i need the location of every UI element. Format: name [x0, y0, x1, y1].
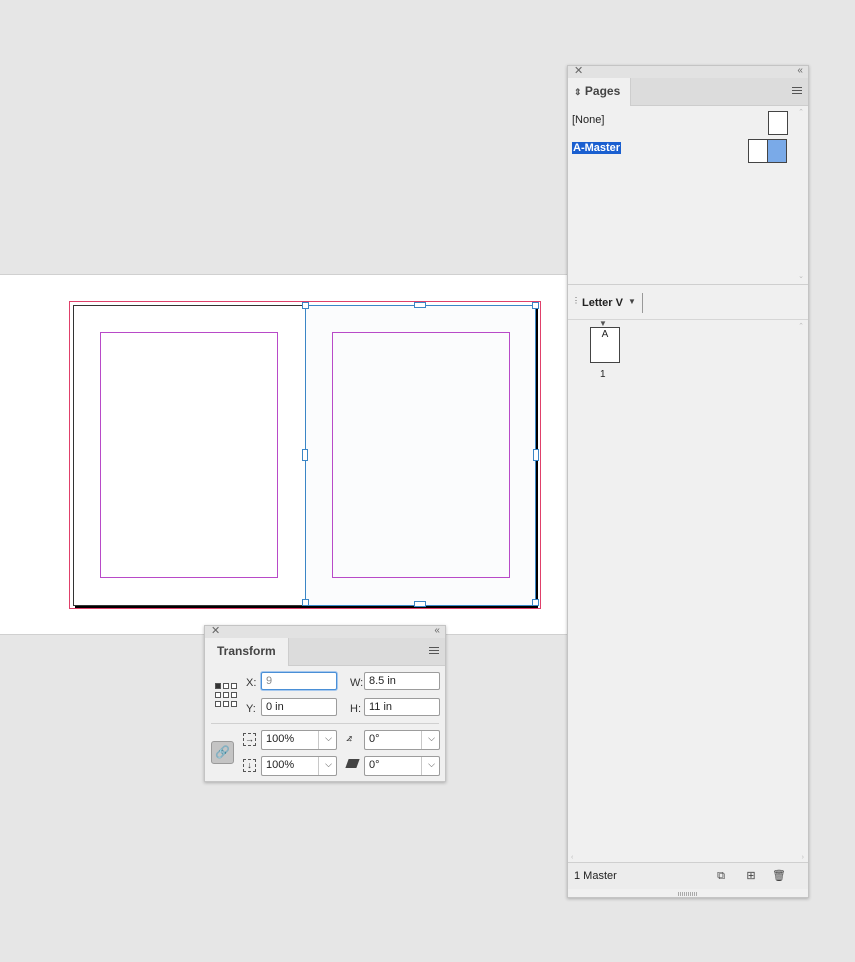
- ref-point-top-right[interactable]: [231, 683, 237, 689]
- transform-tab-label: Transform: [217, 644, 276, 658]
- selection-handle-bottom[interactable]: [414, 601, 426, 607]
- scroll-right-icon[interactable]: ›: [802, 854, 804, 861]
- ref-point-middle-left[interactable]: [215, 692, 221, 698]
- drag-grip-icon[interactable]: ⋮: [572, 296, 580, 305]
- chevron-down-icon[interactable]: ⌵: [325, 759, 332, 770]
- ref-point-bottom-center[interactable]: [223, 701, 229, 707]
- y-position-input[interactable]: [261, 698, 337, 716]
- master-pages-divider[interactable]: [568, 284, 808, 285]
- a-master-label[interactable]: A-Master: [572, 142, 622, 154]
- transform-panel: ✕ ‹‹ Transform X: Y: W: H: 🔗 → 100% ⌵ ↓ …: [204, 625, 446, 782]
- rotation-value: 0°: [369, 733, 380, 745]
- shear-angle-icon: [345, 759, 360, 768]
- page-size-bar: ⋮ Letter V ▼: [568, 287, 808, 320]
- shear-combo[interactable]: 0° ⌵: [364, 756, 440, 776]
- a-master-thumbnail-left[interactable]: [748, 139, 768, 163]
- pages-tab-label: Pages: [584, 84, 621, 98]
- pages-tab-strip: ⇕ Pages: [568, 78, 808, 106]
- a-master-thumbnail-right[interactable]: [767, 139, 787, 163]
- selection-handle-left[interactable]: [302, 449, 308, 461]
- pages-status-bar: 1 Master ⧉ ⊞ 🗑: [568, 862, 808, 889]
- transform-tab-strip: Transform: [205, 638, 445, 666]
- panel-menu-icon[interactable]: [792, 87, 802, 96]
- chevron-down-icon[interactable]: ⌵: [428, 733, 435, 744]
- close-icon[interactable]: ✕: [211, 625, 220, 637]
- page-1-thumbnail[interactable]: A: [590, 327, 620, 363]
- ref-point-bottom-right[interactable]: [231, 701, 237, 707]
- master-count-label: 1 Master: [574, 870, 617, 882]
- height-input[interactable]: [364, 698, 440, 716]
- none-master-label[interactable]: [None]: [572, 114, 604, 126]
- chevron-down-icon[interactable]: ⌵: [428, 759, 435, 770]
- scale-x-value: 100%: [266, 733, 295, 745]
- collapse-icon[interactable]: ‹‹: [434, 625, 440, 637]
- w-label: W:: [350, 677, 364, 689]
- ref-point-bottom-left[interactable]: [215, 701, 221, 707]
- close-icon[interactable]: ✕: [574, 65, 583, 77]
- selection-handle-top-right[interactable]: [532, 302, 539, 309]
- rotation-combo[interactable]: 0° ⌵: [364, 730, 440, 750]
- scale-x-icon: →: [243, 733, 256, 746]
- ref-point-middle-right[interactable]: [231, 692, 237, 698]
- transform-divider: [211, 723, 439, 724]
- edit-page-size-icon[interactable]: ⧉: [714, 869, 728, 883]
- chevron-down-icon[interactable]: ▼: [628, 297, 636, 306]
- ref-point-top-left[interactable]: [215, 683, 221, 689]
- scroll-left-icon[interactable]: ‹: [571, 854, 573, 861]
- tab-transform[interactable]: Transform: [205, 638, 289, 666]
- new-page-icon[interactable]: ⊞: [744, 869, 758, 883]
- page-size-label[interactable]: Letter V: [582, 297, 623, 309]
- scroll-up-icon[interactable]: ⌃: [798, 108, 804, 116]
- delete-page-icon[interactable]: 🗑: [772, 869, 786, 883]
- sort-arrows-icon: ⇕: [574, 87, 582, 97]
- shear-value: 0°: [369, 759, 380, 771]
- selection-handle-bottom-left[interactable]: [302, 599, 309, 606]
- scroll-down-icon[interactable]: ⌄: [798, 272, 804, 280]
- selection-handle-right[interactable]: [533, 449, 539, 461]
- panel-menu-icon[interactable]: [429, 647, 439, 656]
- chevron-down-icon[interactable]: ⌵: [325, 733, 332, 744]
- page-1-master-prefix: A: [601, 329, 609, 340]
- scale-y-icon: ↓: [243, 759, 256, 772]
- width-input[interactable]: [364, 672, 440, 690]
- selection-handle-top-left[interactable]: [302, 302, 309, 309]
- pages-scroll-up-icon[interactable]: ⌃: [798, 322, 804, 330]
- ref-point-top-center[interactable]: [223, 683, 229, 689]
- collapse-icon[interactable]: ‹‹: [797, 65, 803, 77]
- scale-y-value: 100%: [266, 759, 295, 771]
- link-icon: 🔗: [215, 745, 230, 759]
- selection-handle-bottom-right[interactable]: [532, 599, 539, 606]
- h-label: H:: [350, 703, 361, 715]
- selection-handle-top[interactable]: [414, 302, 426, 308]
- margin-guide-right: [332, 332, 510, 578]
- y-label: Y:: [246, 703, 256, 715]
- page-1-number[interactable]: 1: [600, 369, 606, 380]
- margin-guide-left: [100, 332, 278, 578]
- ref-point-center[interactable]: [223, 692, 229, 698]
- x-label: X:: [246, 677, 257, 689]
- resize-grip-icon[interactable]: [678, 892, 698, 896]
- constrain-proportions-button[interactable]: 🔗: [211, 741, 234, 764]
- none-master-thumbnail[interactable]: [768, 111, 788, 135]
- tab-pages[interactable]: ⇕ Pages: [568, 78, 631, 106]
- x-position-input[interactable]: [261, 672, 337, 690]
- pages-panel: ✕ ‹‹ ⇕ Pages [None] A-Master ⌃ ⌄ ⋮ Lette…: [567, 65, 809, 898]
- rotation-angle-icon: ⦨: [346, 732, 353, 744]
- scale-x-combo[interactable]: 100% ⌵: [261, 730, 337, 750]
- size-bar-separator: [642, 293, 643, 313]
- scale-y-combo[interactable]: 100% ⌵: [261, 756, 337, 776]
